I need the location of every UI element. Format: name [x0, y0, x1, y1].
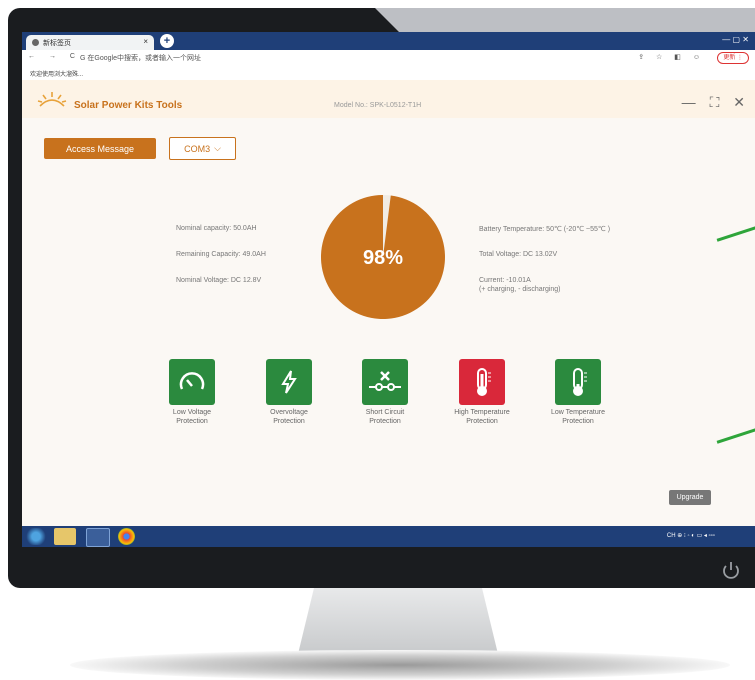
tab-title: 新标签页	[43, 39, 71, 47]
protection-label: Protection	[562, 418, 594, 425]
app-header: Solar Power Kits Tools Model No.: SPK-L0…	[22, 80, 755, 118]
upgrade-button[interactable]: Upgrade	[669, 490, 711, 505]
protection-label: Low Voltage	[172, 409, 212, 416]
low-voltage-protection: Low Voltage Protection	[152, 359, 232, 426]
remaining-capacity: Remaining Capacity: 49.0AH	[176, 251, 266, 258]
protection-label: Low Temperature	[551, 409, 605, 416]
bookmarks-bar: 欢迎使用浏大溜殊...	[22, 66, 755, 81]
address-bar: ← → C G 在Google中搜索，或者输入一个网址 ⇪ ☆ ◧ ☺ 更新 ⋮	[22, 50, 755, 67]
protection-label: High Temperature	[454, 409, 510, 416]
model-number: Model No.: SPK-L0512-T1H	[334, 102, 422, 109]
com-port-select[interactable]: COM3 ⌵	[169, 137, 236, 160]
protection-label: Overvoltage	[270, 409, 308, 416]
battery-percent: 98%	[362, 247, 404, 269]
window-controls[interactable]: — ▢ ✕	[722, 35, 749, 44]
protection-label: Protection	[466, 418, 498, 425]
total-voltage: Total Voltage: DC 13.02V	[479, 251, 558, 258]
start-button-icon[interactable]	[25, 528, 47, 545]
close-icon[interactable]: ✕	[733, 94, 745, 110]
nominal-capacity: Nominal capacity: 50.0AH	[176, 225, 257, 232]
app-taskbar-icon[interactable]	[86, 528, 110, 547]
app-window-controls: — ⛶ ✕	[672, 94, 745, 111]
power-icon[interactable]	[720, 560, 742, 582]
app-title: Solar Power Kits Tools	[74, 100, 183, 111]
system-tray[interactable]: CH ⊕ ⁝ ◦ ◐ ▭ ◂ ▫▫▫	[667, 532, 715, 539]
minimize-icon[interactable]: —	[682, 94, 696, 110]
thermometer-low-icon	[555, 359, 601, 405]
monitor-glare	[375, 8, 755, 32]
sun-logo-icon	[37, 92, 67, 107]
folder-icon[interactable]	[54, 528, 76, 545]
protection-label: Short Circuit	[365, 409, 405, 416]
short-circuit-icon	[362, 359, 408, 405]
monitor-stand	[298, 588, 498, 654]
update-button[interactable]: 更新 ⋮	[717, 52, 749, 64]
chevron-down-icon: ⌵	[214, 143, 221, 153]
tab-close-icon[interactable]: ×	[143, 37, 148, 46]
overvoltage-protection: Overvoltage Protection	[249, 359, 329, 426]
nav-buttons[interactable]: ← → C	[28, 53, 81, 60]
monitor-base	[70, 650, 730, 680]
access-message-button[interactable]: Access Message	[44, 138, 156, 159]
current: Current: -10.01A	[479, 277, 531, 284]
fullscreen-icon[interactable]: ⛶	[710, 94, 720, 110]
current-note: (+ charging, - discharging)	[479, 286, 561, 293]
toolbar-icons[interactable]: ⇪ ☆ ◧ ☺	[638, 53, 705, 61]
battery-temperature: Battery Temperature: 50℃ (-20℃ ~55℃ )	[479, 226, 611, 233]
screen: 新标签页 × + — ▢ ✕ ← → C G 在Google中搜索，或者输入一个…	[22, 32, 755, 547]
new-tab-button[interactable]: +	[160, 34, 174, 48]
bookmark-item[interactable]: 欢迎使用浏大溜殊...	[30, 69, 83, 78]
os-taskbar: CH ⊕ ⁝ ◦ ◐ ▭ ◂ ▫▫▫	[22, 526, 755, 547]
chrome-icon	[32, 39, 39, 46]
low-temperature-protection: Low Temperature Protection	[538, 359, 618, 426]
omnibox[interactable]: G 在Google中搜索，或者输入一个网址	[80, 53, 201, 63]
thermometer-high-icon	[459, 359, 505, 405]
nominal-voltage: Nominal Voltage: DC 12.8V	[176, 277, 262, 284]
gauge-icon	[169, 359, 215, 405]
protection-label: Protection	[273, 418, 305, 425]
high-temperature-protection: High Temperature Protection	[442, 359, 522, 426]
short-circuit-protection: Short Circuit Protection	[345, 359, 425, 426]
lightning-icon	[266, 359, 312, 405]
com-port-value: COM3	[184, 143, 211, 154]
browser-tab[interactable]: 新标签页 ×	[26, 35, 154, 50]
chrome-taskbar-icon[interactable]	[118, 528, 135, 545]
protection-label: Protection	[369, 418, 401, 425]
browser-tab-bar: 新标签页 × + — ▢ ✕	[22, 32, 755, 50]
protection-label: Protection	[176, 418, 208, 425]
